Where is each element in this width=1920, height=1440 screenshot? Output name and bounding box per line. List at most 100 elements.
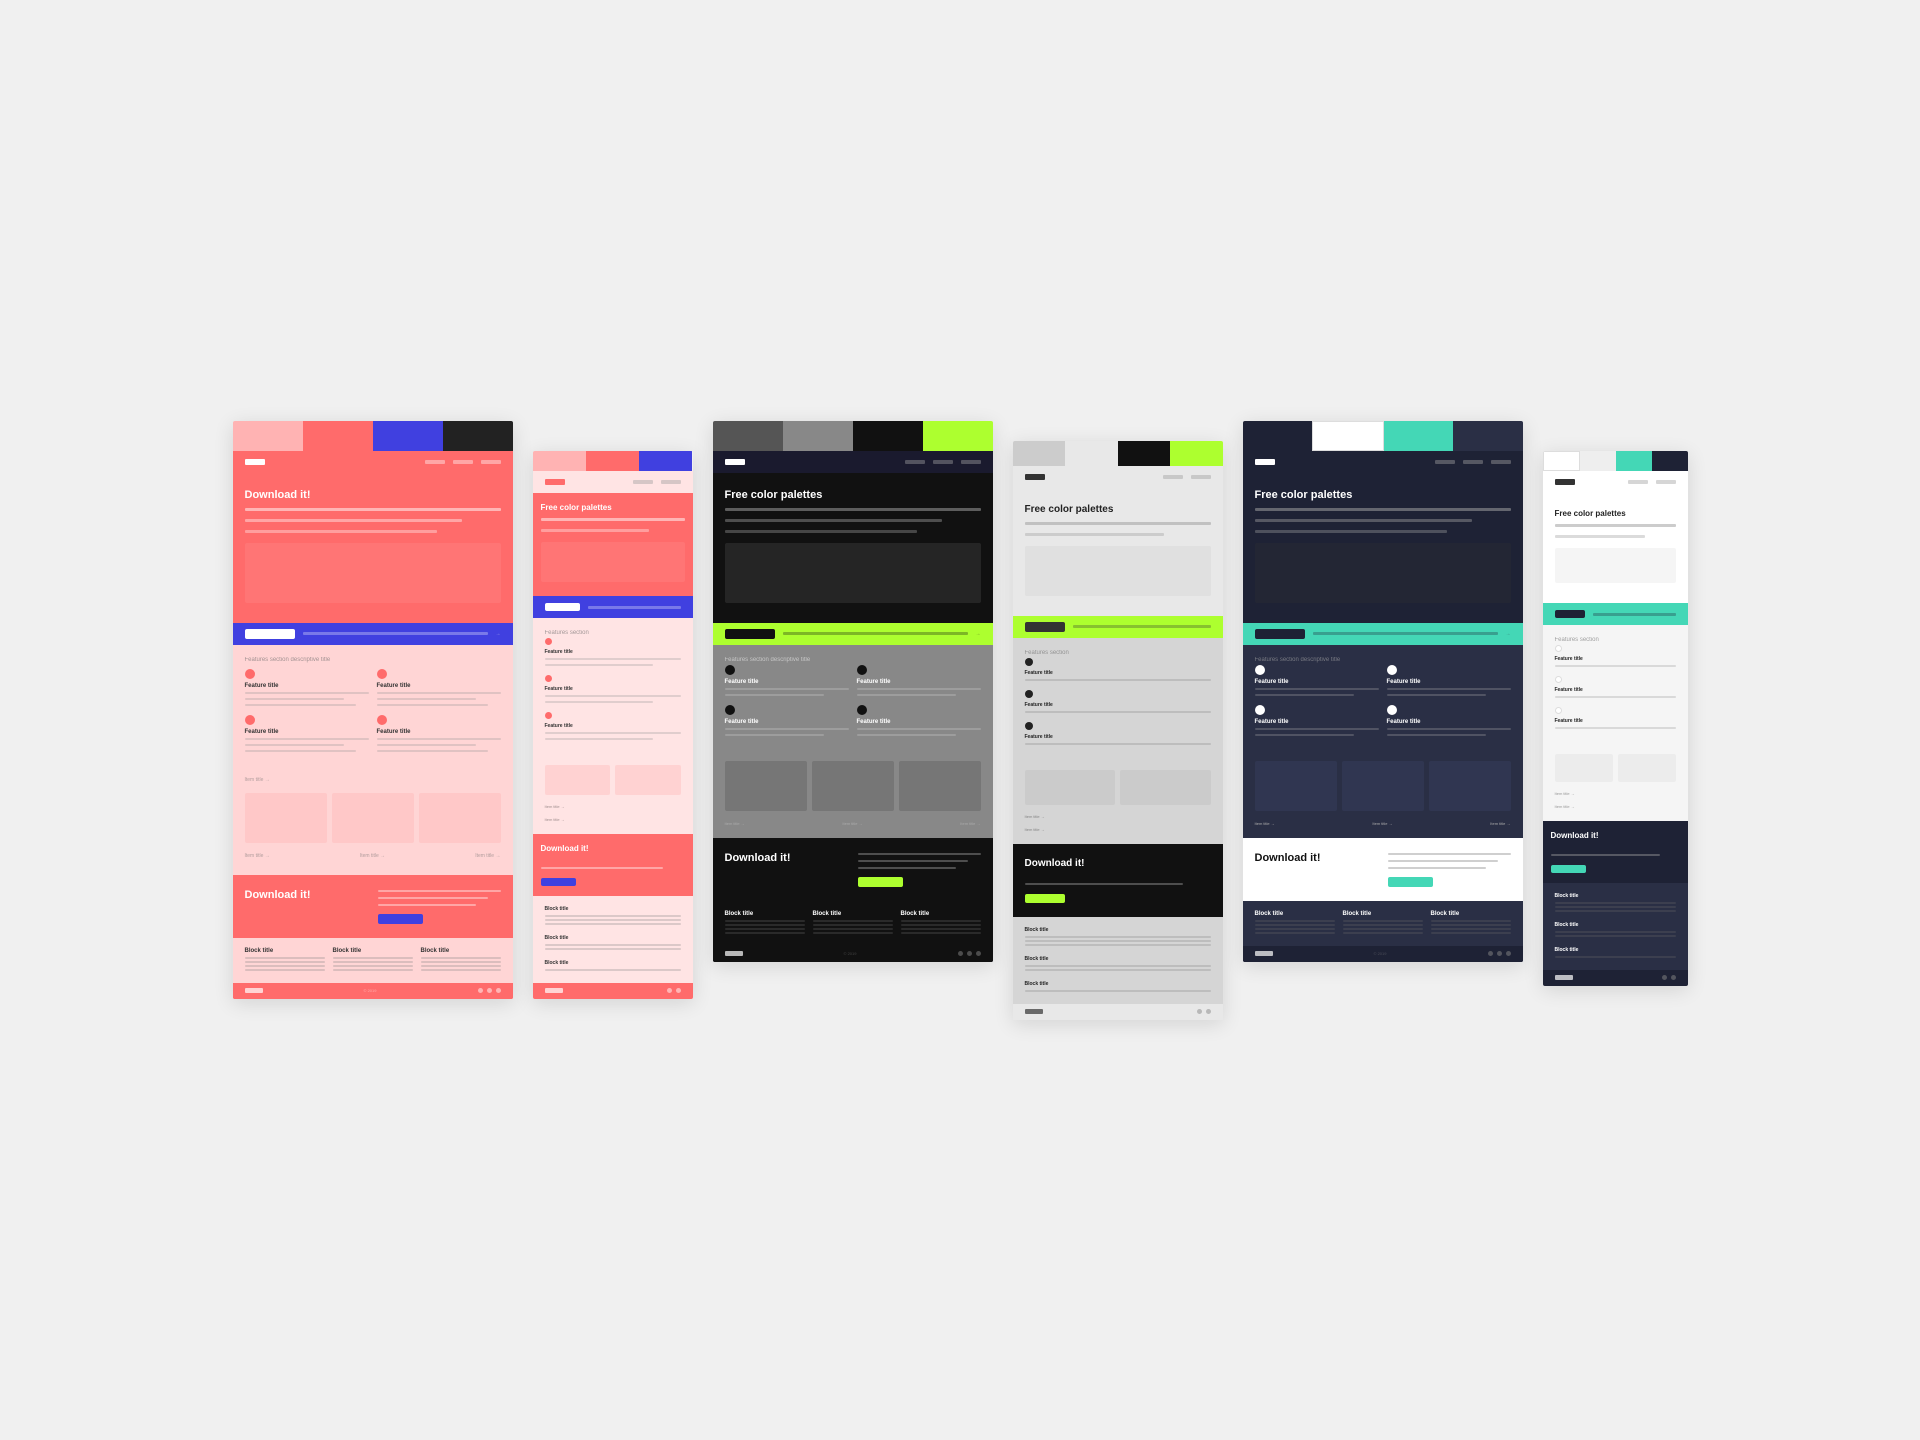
mock-footer-link-2b-2 — [545, 948, 681, 950]
mock-feature-text-4b — [377, 744, 476, 746]
social-icon-3c — [976, 951, 981, 956]
mock-feature-text-5db — [1387, 734, 1486, 736]
mock-footer-col-title-5c: Block title — [1431, 911, 1511, 917]
mock-feature-6a: Feature title — [1555, 645, 1676, 668]
mock-footer-col-6c: Block title — [1555, 947, 1676, 960]
mock-gallery-link-3b: Item title → — [842, 821, 862, 826]
social-icon-6b — [1671, 975, 1676, 980]
mock-feature-text-5aa — [1255, 688, 1379, 690]
mock-features-4: Features section Feature title Feature t… — [1013, 638, 1223, 758]
social-icon-3a — [958, 951, 963, 956]
mock-cards-row-3 — [725, 761, 981, 811]
mock-footer-link-5a-2 — [1255, 924, 1335, 926]
mock-nav-link-2 — [633, 480, 653, 484]
mock-cta-btn-2[interactable] — [545, 603, 580, 611]
mock-feature-5c: Feature title — [1255, 705, 1379, 737]
mock-cta-bar-5: → — [1243, 623, 1523, 645]
mock-hero-2: Free color palettes — [533, 493, 693, 597]
mock-feature-title-4c: Feature title — [1025, 734, 1211, 740]
mock-cta-btn-5[interactable] — [1255, 629, 1305, 639]
mock-footer-bar-5: © 2019 — [1243, 946, 1523, 962]
mock-download-btn-4[interactable] — [1025, 894, 1065, 903]
mock-feature-icon-5 — [545, 638, 552, 645]
mock-cta-btn-1[interactable] — [245, 629, 295, 639]
mock-footer-link-3a-1 — [725, 920, 805, 922]
mock-feature-text-3a — [245, 738, 369, 740]
mock-footer-col-3: Block title — [421, 948, 501, 973]
mock-footer-link-3b — [421, 961, 501, 963]
mock-cta-line-5 — [1313, 632, 1498, 635]
mock-footer-link-3c — [421, 965, 501, 967]
mock-feature-icon-6 — [545, 675, 552, 682]
mock-download-title-5: Download it! — [1255, 852, 1378, 865]
swatch-4-2 — [1065, 441, 1118, 466]
color-swatches-2 — [533, 451, 693, 471]
mock-footer-link-4a-2 — [1025, 940, 1211, 942]
mock-feature-title-1: Feature title — [245, 683, 369, 689]
mock-footer-link-5a-1 — [1255, 920, 1335, 922]
mock-cta-num-5: → — [1506, 631, 1511, 637]
theme-card-dark: Free color palettes → Features section d… — [713, 421, 993, 962]
mock-cta-btn-3[interactable] — [725, 629, 775, 639]
mock-cta-btn-4[interactable] — [1025, 622, 1065, 632]
mock-feature-text-4a — [377, 738, 501, 740]
social-icon-4 — [667, 988, 672, 993]
mock-download-3: Download it! — [713, 838, 993, 901]
mock-feature-title-3a: Feature title — [725, 679, 849, 685]
mock-download-btn-1[interactable] — [378, 914, 423, 924]
mock-card-5b — [1342, 761, 1424, 811]
mock-footer-link-1c — [245, 965, 325, 967]
swatch-4-3 — [1118, 441, 1171, 466]
mock-feature-5d: Feature title — [1387, 705, 1511, 737]
mock-hero-title-4: Free color palettes — [1025, 504, 1211, 516]
mock-logo-6 — [1555, 479, 1575, 485]
mock-footer-link-4b-1 — [1025, 965, 1211, 967]
mock-feature-text-4aa — [1025, 679, 1211, 681]
mock-download-btn-3[interactable] — [858, 877, 903, 887]
mock-nav-links-3 — [905, 460, 981, 464]
mock-cta-btn-6[interactable] — [1555, 610, 1585, 618]
mock-footer-link-5b-1 — [1343, 920, 1423, 922]
mock-nav-link — [453, 460, 473, 464]
mock-feature-text-5b — [545, 664, 654, 666]
mock-feature-icon-5b — [1387, 665, 1397, 675]
theme-card-gray: Free color palettes Features section Fea… — [1013, 441, 1223, 1020]
mock-feature-3c: Feature title — [725, 705, 849, 737]
mock-feature-7: Feature title — [545, 712, 681, 741]
mock-footer-link-4a-1 — [1025, 936, 1211, 938]
mock-cta-bar-1: → — [233, 623, 513, 645]
mock-footer-logo-4 — [1025, 1009, 1043, 1014]
mock-gallery-4: Item title → Item title → — [1013, 758, 1223, 844]
mock-features-grid-1: Feature title Feature title — [245, 669, 501, 753]
mock-download-btn-2[interactable] — [541, 878, 576, 886]
mock-cta-bar-3: → — [713, 623, 993, 645]
mock-hero-image-6 — [1555, 548, 1676, 583]
mock-card-6b — [1618, 754, 1676, 782]
mock-feature-2: Feature title — [377, 669, 501, 707]
mock-footer-link-1d — [245, 969, 325, 971]
mock-footer-copy-5: © 2019 — [1374, 951, 1387, 956]
mock-footer-link-3b-3 — [813, 928, 893, 930]
mock-footer-col-6b: Block title — [1555, 922, 1676, 939]
mock-hero-subtitle-6 — [725, 508, 981, 511]
mock-footer-col-title-5a: Block title — [1255, 911, 1335, 917]
mock-download-title-4: Download it! — [1025, 858, 1085, 870]
mock-features-label-2: Features section — [545, 630, 681, 636]
swatch-5-4 — [1453, 421, 1523, 451]
mock-footer-4: Block title Block title Block title — [1013, 917, 1223, 1004]
mock-download-btn-5[interactable] — [1388, 877, 1433, 887]
swatch-2-1 — [533, 451, 586, 471]
mock-feature-text-6aa — [1555, 665, 1676, 667]
mock-footer-link-4b-2 — [1025, 969, 1211, 971]
mock-download-left-5: Download it! — [1255, 852, 1378, 865]
mock-footer-bar-3: © 2019 — [713, 946, 993, 962]
mock-hero-6: Free color palettes — [1543, 493, 1688, 604]
mock-footer-link-5c-3 — [1431, 928, 1511, 930]
mock-gallery-link-3: Item title → — [475, 853, 500, 859]
mock-features-6: Features section Feature title Feature t… — [1543, 625, 1688, 742]
mock-footer-bar-2 — [533, 983, 693, 999]
color-swatches-5 — [1243, 421, 1523, 451]
mock-feature-icon-5a — [1255, 665, 1265, 675]
mock-download-btn-6[interactable] — [1551, 865, 1586, 873]
swatch-3 — [373, 421, 443, 451]
